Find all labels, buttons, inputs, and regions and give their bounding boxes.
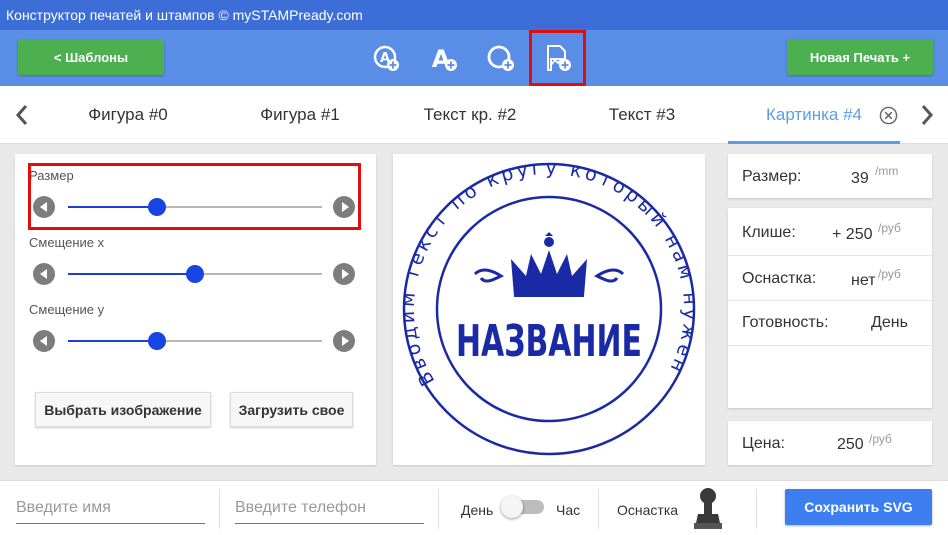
offset-x-slider[interactable]	[68, 265, 322, 283]
separator	[219, 489, 220, 529]
name-input[interactable]	[16, 492, 205, 524]
save-svg-button[interactable]: Сохранить SVG	[785, 489, 932, 525]
mount-unit: /руб	[878, 267, 901, 281]
offset-x-slider-fill	[68, 273, 195, 275]
stamp-preview[interactable]: Вводим текст по кругу который нам нужен …	[393, 154, 705, 465]
price-panel: Цена: 250 /руб	[728, 421, 932, 465]
divider	[728, 345, 932, 346]
element-tabs: Фигура #0 Фигура #1 Текст кр. #2 Текст #…	[0, 86, 948, 144]
offset-y-slider[interactable]	[68, 332, 322, 350]
add-text-icon[interactable]: A	[429, 43, 459, 73]
size-info-label: Размер:	[742, 168, 802, 185]
price-label: Цена:	[742, 435, 785, 452]
offset-y-slider-label: Смещение у	[29, 302, 105, 317]
tabs-next-arrow-icon[interactable]	[917, 100, 937, 130]
flourish-left-icon	[473, 268, 504, 283]
main-toolbar: < Шаблоны A A Новая Печать +	[0, 30, 948, 86]
phone-input[interactable]	[235, 492, 424, 524]
ready-label: Готовность:	[742, 314, 829, 331]
image-tool-highlight	[529, 30, 586, 86]
cliche-unit: /руб	[878, 221, 901, 235]
templates-button[interactable]: < Шаблоны	[18, 40, 164, 75]
stamp-preview-panel: Вводим текст по кругу который нам нужен …	[393, 154, 705, 465]
urgency-toggle-knob[interactable]	[501, 496, 523, 518]
offset-x-slider-thumb[interactable]	[186, 265, 204, 283]
hour-label: Час	[556, 502, 581, 518]
tab-circle-text-2[interactable]: Текст кр. #2	[410, 86, 530, 144]
size-slider-highlight	[28, 163, 361, 230]
size-info-panel: Размер: 39 /mm	[728, 154, 932, 198]
tabs-prev-arrow-icon[interactable]	[12, 100, 32, 130]
price-value: 250	[837, 436, 864, 453]
price-unit: /руб	[869, 432, 892, 446]
window-title-bar: Конструктор печатей и штампов © mySTAMPr…	[0, 0, 948, 30]
separator	[598, 489, 599, 529]
offset-y-slider-fill	[68, 340, 157, 342]
ready-value: День	[871, 314, 908, 331]
flourish-right-icon	[594, 268, 625, 283]
mount-label: Оснастка:	[742, 270, 817, 287]
offset-x-slider-label: Смещение х	[29, 235, 105, 250]
offset-y-slider-thumb[interactable]	[148, 332, 166, 350]
new-stamp-button[interactable]: Новая Печать +	[787, 39, 933, 75]
pricing-panel: Клише: + 250 /руб Оснастка: нет /руб Гот…	[728, 208, 932, 408]
separator	[756, 489, 757, 529]
offset-y-decrease-button[interactable]	[33, 330, 55, 352]
cliche-value: + 250	[832, 226, 873, 243]
stamp-handle-icon[interactable]	[690, 485, 726, 533]
add-circle-text-icon[interactable]: A	[371, 43, 401, 73]
tab-figure-1[interactable]: Фигура #1	[240, 86, 360, 144]
crown-icon	[511, 232, 587, 297]
divider	[728, 300, 932, 301]
tab-image-4[interactable]: Картинка #4	[750, 86, 878, 144]
separator	[438, 489, 439, 529]
stamp-inner-ring	[435, 195, 663, 423]
tab-figure-0[interactable]: Фигура #0	[68, 86, 188, 144]
offset-x-decrease-button[interactable]	[33, 263, 55, 285]
day-label: День	[461, 502, 494, 518]
close-tab-icon[interactable]	[879, 106, 898, 125]
size-info-value: 39	[851, 170, 869, 187]
window-title: Конструктор печатей и штампов © mySTAMPr…	[6, 7, 363, 23]
active-tab-indicator	[728, 141, 900, 144]
upload-image-button[interactable]: Загрузить свое	[230, 392, 353, 427]
mount-bottom-label: Оснастка	[617, 502, 679, 518]
add-shape-icon[interactable]	[486, 43, 516, 73]
choose-image-button[interactable]: Выбрать изображение	[35, 392, 211, 427]
offset-y-increase-button[interactable]	[333, 330, 355, 352]
offset-x-increase-button[interactable]	[333, 263, 355, 285]
divider	[728, 255, 932, 256]
size-info-unit: /mm	[875, 164, 899, 178]
cliche-label: Клише:	[742, 224, 796, 241]
tab-text-3[interactable]: Текст #3	[582, 86, 702, 144]
mount-value: нет	[851, 272, 876, 289]
stamp-center-text: НАЗВАНИЕ	[456, 316, 642, 367]
